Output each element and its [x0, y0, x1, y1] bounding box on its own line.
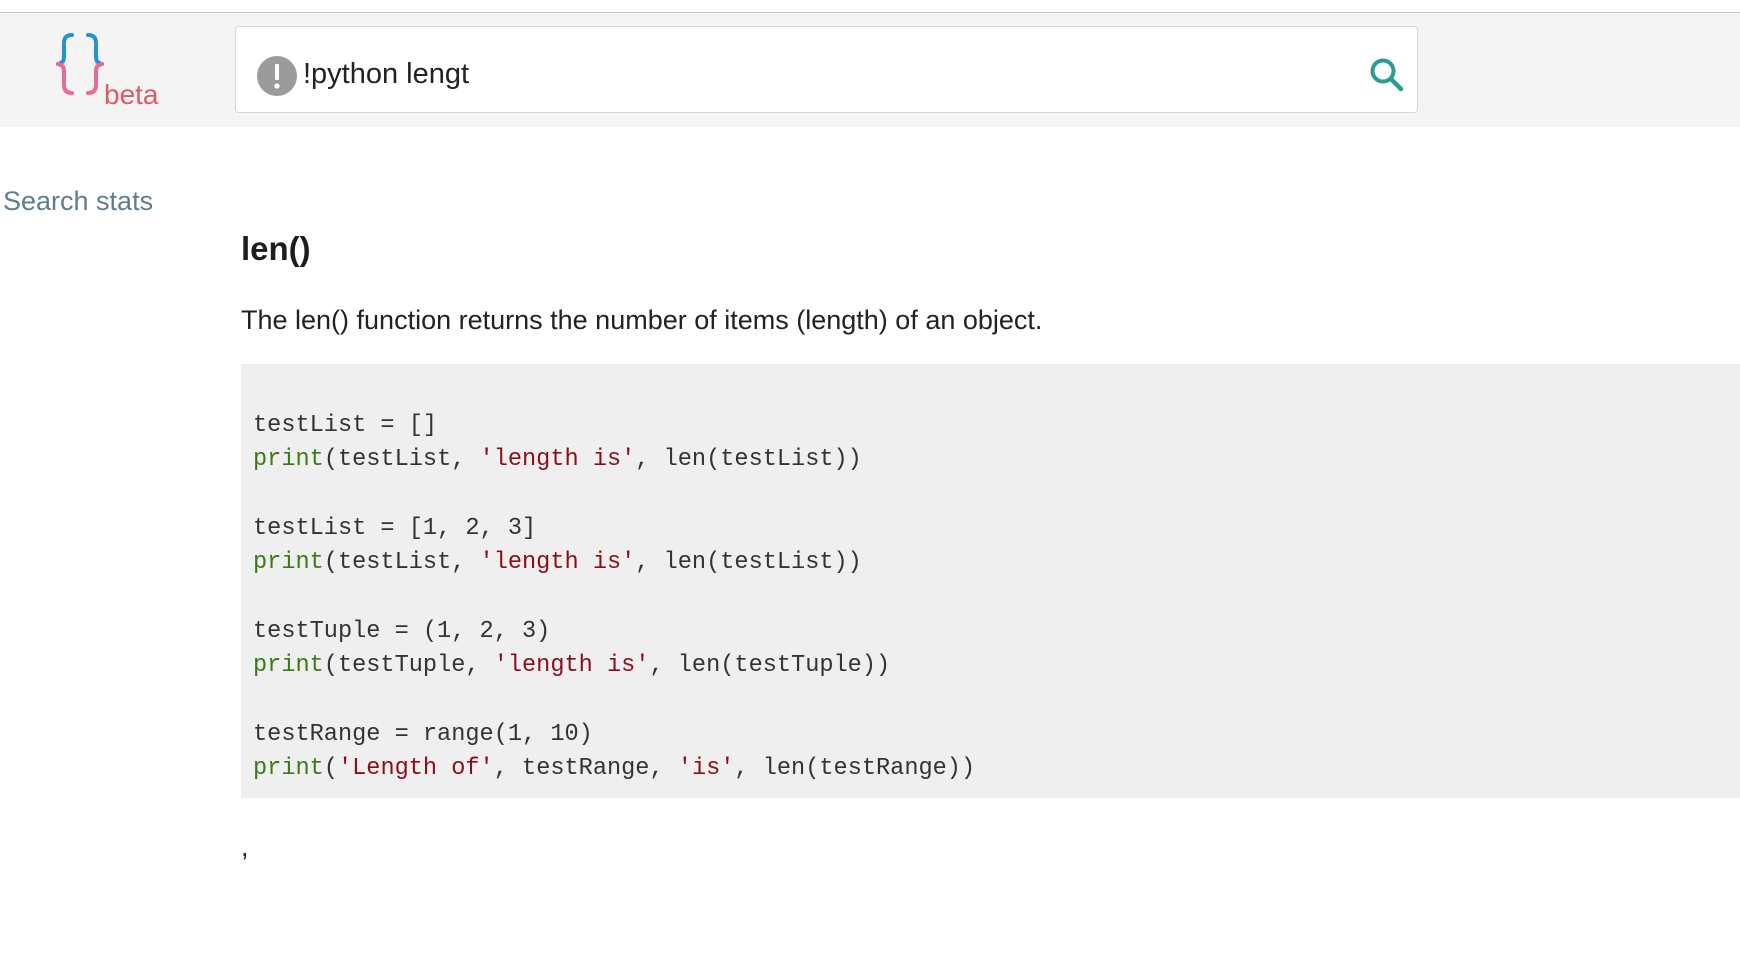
code-text: , testRange, [493, 754, 678, 782]
logo-beta-label: beta [104, 79, 159, 110]
braces-logo-icon [56, 33, 104, 95]
result-title: len() [241, 230, 311, 267]
code-line: print('Length of', testRange, 'is', len(… [253, 752, 1740, 786]
code-block: testList = [] print(testList, 'length is'… [241, 364, 1740, 798]
exclamation-glyph-icon [274, 64, 280, 89]
code-text: testList = [] [253, 412, 438, 439]
search-input[interactable] [303, 49, 1343, 99]
code-keyword: print [253, 446, 324, 474]
code-keyword: print [253, 754, 324, 782]
code-text: , len(testTuple)) [649, 652, 891, 680]
code-text: testTuple = (1, 2, 3) [253, 617, 551, 645]
logo[interactable]: beta [56, 27, 176, 113]
code-text: (testList, [323, 446, 480, 474]
code-line: print(testList, 'length is', len(testLis… [253, 546, 1740, 580]
code-line: print(testTuple, 'length is', len(testTu… [253, 649, 1740, 683]
code-text: , len(testList)) [635, 549, 862, 577]
code-text: (testTuple, [323, 652, 494, 680]
code-keyword: print [253, 652, 324, 680]
search-icon[interactable] [1367, 55, 1407, 95]
exclamation-circle-icon [257, 56, 297, 96]
code-line: testList = [] [253, 409, 1740, 443]
search-bar [235, 26, 1418, 113]
code-string: 'is' [677, 754, 735, 782]
code-string: 'length is' [479, 549, 636, 577]
header-bar: beta [0, 13, 1740, 127]
code-string: 'Length of' [337, 754, 494, 782]
code-string: 'length is' [479, 446, 636, 474]
code-text: (testList, [323, 549, 480, 577]
code-text: , len(testList)) [635, 446, 862, 474]
result-description: The len() function returns the number of… [241, 305, 1043, 335]
trailing-text: , [241, 832, 249, 862]
magnifier-glyph-icon [1370, 58, 1404, 92]
code-text: testList = [1, 2, 3] [253, 514, 537, 542]
code-string: 'length is' [493, 652, 650, 680]
code-line: testList = [1, 2, 3] [253, 512, 1740, 546]
code-line: testTuple = (1, 2, 3) [253, 615, 1740, 649]
code-text: , len(testRange)) [734, 754, 976, 782]
code-text: ( [323, 754, 338, 782]
code-text: testRange = range(1, 10) [253, 720, 593, 748]
search-stats-link[interactable]: Search stats [3, 186, 153, 217]
code-line: testRange = range(1, 10) [253, 718, 1740, 752]
code-keyword: print [253, 549, 324, 577]
code-line: print(testList, 'length is', len(testLis… [253, 443, 1740, 477]
